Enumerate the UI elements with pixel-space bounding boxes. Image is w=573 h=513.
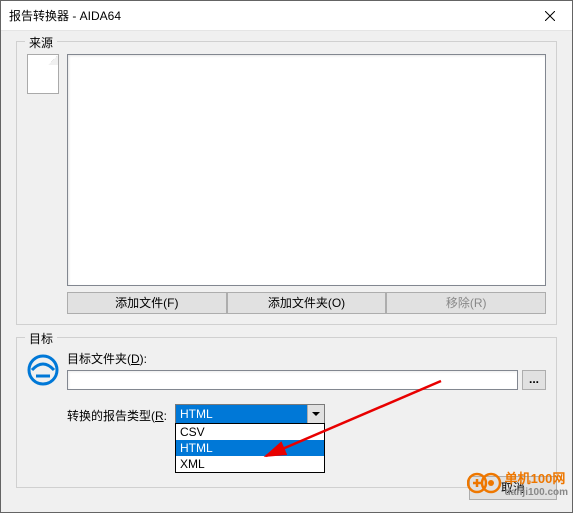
dropdown-option-csv[interactable]: CSV (176, 424, 324, 440)
destination-label: 目标 (25, 330, 57, 347)
content-area: 来源 添加文件(F) 添加文件夹(O) 移除(R) 目标 目标文件夹(D): (1, 31, 572, 510)
chevron-down-icon (307, 405, 324, 423)
dest-folder-label: 目标文件夹(D): (67, 350, 546, 367)
dropdown-option-xml[interactable]: XML (176, 456, 324, 472)
title-bar: 报告转换器 - AIDA64 (1, 1, 572, 31)
dest-folder-input[interactable] (67, 370, 518, 390)
document-icon (27, 54, 59, 94)
destination-group: 目标 目标文件夹(D): ... 转换的报告类型(R: HTML (16, 337, 557, 488)
window-title: 报告转换器 - AIDA64 (9, 7, 527, 24)
close-icon (545, 11, 555, 21)
edge-icon (27, 354, 59, 386)
browse-button[interactable]: ... (522, 370, 546, 390)
source-group: 来源 添加文件(F) 添加文件夹(O) 移除(R) (16, 41, 557, 325)
remove-button: 移除(R) (386, 292, 546, 314)
dialog-buttons: 取消 (469, 476, 557, 500)
cancel-button[interactable]: 取消 (469, 476, 557, 500)
close-button[interactable] (527, 1, 572, 30)
report-type-combobox[interactable]: HTML (175, 404, 325, 424)
combobox-selected: HTML (176, 405, 307, 423)
source-label: 来源 (25, 34, 57, 51)
dropdown-option-html[interactable]: HTML (176, 440, 324, 456)
add-folder-button[interactable]: 添加文件夹(O) (227, 292, 387, 314)
add-file-button[interactable]: 添加文件(F) (67, 292, 227, 314)
source-file-list[interactable] (67, 54, 546, 286)
report-type-label: 转换的报告类型(R: (67, 407, 167, 424)
dialog-window: 报告转换器 - AIDA64 来源 添加文件(F) 添加文件夹(O) 移除(R)… (0, 0, 573, 513)
report-type-dropdown[interactable]: CSV HTML XML (175, 423, 325, 473)
